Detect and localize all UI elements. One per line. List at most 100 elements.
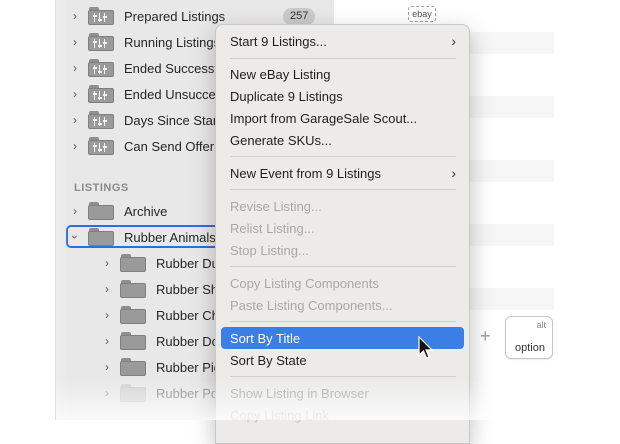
sidebar-subitem[interactable]: › Rubber Do <box>102 328 219 354</box>
menu-item-label: Relist Listing... <box>230 220 315 236</box>
menu-item-label: Copy Listing Link <box>230 407 329 423</box>
menu-item-stop-listing: Stop Listing... <box>221 239 464 261</box>
sidebar-item-label: Days Since Start <box>124 112 221 128</box>
menu-item-label: Stop Listing... <box>230 242 309 258</box>
menu-separator <box>230 376 456 377</box>
smart-folder-icon <box>88 7 114 25</box>
chevron-right-icon[interactable]: › <box>102 256 112 270</box>
sidebar-item-label: Rubber Po <box>156 385 219 401</box>
chevron-right-icon[interactable]: › <box>70 9 80 23</box>
chevron-right-icon[interactable]: › <box>70 113 80 127</box>
sidebar-item-rubber-animals[interactable]: › Rubber Animals <box>68 224 216 250</box>
option-key[interactable]: alt option <box>505 316 553 359</box>
sidebar-item-label: Rubber Du <box>156 255 219 271</box>
submenu-chevron-icon: › <box>451 33 456 49</box>
sidebar-item-label: Rubber Do <box>156 333 219 349</box>
sidebar-item-label: Rubber Animals <box>124 229 216 245</box>
menu-item-show-in-browser: Show Listing in Browser <box>221 382 464 404</box>
menu-item-start-listings[interactable]: Start 9 Listings... › <box>221 30 464 52</box>
menu-item-label: Sort By Title <box>230 330 301 346</box>
smart-folder-icon <box>88 137 114 155</box>
chevron-right-icon[interactable]: › <box>70 61 80 75</box>
context-menu: Start 9 Listings... › New eBay Listing D… <box>215 24 470 444</box>
smart-folder-icon <box>88 111 114 129</box>
menu-item-label: Show Listing in Browser <box>230 385 369 401</box>
smart-folder-icon <box>88 59 114 77</box>
menu-item-import-from-scout[interactable]: Import from GarageSale Scout... <box>221 107 464 129</box>
menu-item-label: Generate SKUs... <box>230 132 332 148</box>
folder-icon <box>120 384 146 402</box>
option-key-label: option <box>515 342 545 354</box>
menu-item-new-ebay-listing[interactable]: New eBay Listing <box>221 63 464 85</box>
chevron-right-icon[interactable]: › <box>102 308 112 322</box>
chevron-right-icon[interactable]: › <box>102 334 112 348</box>
sidebar-subitem[interactable]: › Rubber Pig <box>102 354 221 380</box>
sidebar-item-label: Archive <box>124 203 168 219</box>
menu-item-label: New Event from 9 Listings <box>230 165 382 181</box>
menu-item-relist-listing: Relist Listing... <box>221 217 464 239</box>
sidebar-item-label: Prepared Listings <box>124 8 226 24</box>
menu-item-paste-components: Paste Listing Components... <box>221 294 464 316</box>
mouse-pointer-icon <box>418 336 434 359</box>
sidebar-item-label: Can Send Offer <box>124 138 215 154</box>
option-key-alt-label: alt <box>536 320 546 330</box>
menu-separator <box>230 321 456 322</box>
menu-item-label: Start 9 Listings... <box>230 33 327 49</box>
folder-icon <box>120 358 146 376</box>
folder-icon <box>120 280 146 298</box>
menu-item-label: Paste Listing Components... <box>230 297 393 313</box>
count-badge: 257 <box>283 8 316 25</box>
submenu-chevron-icon: › <box>451 165 456 181</box>
folder-icon <box>120 254 146 272</box>
menu-item-copy-components: Copy Listing Components <box>221 272 464 294</box>
folder-icon <box>88 228 114 246</box>
menu-item-duplicate-listings[interactable]: Duplicate 9 Listings <box>221 85 464 107</box>
chevron-right-icon[interactable]: › <box>70 204 80 218</box>
sidebar-item-label: Ended Unsucce <box>124 86 216 102</box>
folder-icon <box>120 306 146 324</box>
chevron-right-icon[interactable]: › <box>102 386 112 400</box>
menu-item-label: Sort By State <box>230 352 307 368</box>
section-header-listings: LISTINGS <box>74 182 129 194</box>
smart-folder-icon <box>88 33 114 51</box>
chevron-right-icon[interactable]: › <box>102 282 112 296</box>
folder-icon <box>120 332 146 350</box>
add-modifier-icon[interactable]: + <box>480 326 491 347</box>
menu-separator <box>230 58 456 59</box>
smart-folder-icon <box>88 85 114 103</box>
chevron-right-icon[interactable]: › <box>70 87 80 101</box>
menu-item-label: Copy Listing Components <box>230 275 379 291</box>
menu-separator <box>230 266 456 267</box>
folder-icon <box>88 202 114 220</box>
menu-item-label: Duplicate 9 Listings <box>230 88 343 104</box>
sidebar-item-label: Running Listings <box>124 34 221 50</box>
sidebar-item-days-since-start[interactable]: › Days Since Start <box>70 107 221 133</box>
chevron-right-icon[interactable]: › <box>70 35 80 49</box>
sidebar-item-can-send-offer[interactable]: › Can Send Offer <box>70 133 214 159</box>
sidebar-item-running-listings[interactable]: › Running Listings <box>70 29 220 55</box>
sidebar-subitem[interactable]: › Rubber She <box>102 276 225 302</box>
sidebar-item-prepared-listings[interactable]: › Prepared Listings <box>70 3 225 29</box>
chevron-right-icon[interactable]: › <box>102 360 112 374</box>
sidebar-subitem[interactable]: › Rubber Du <box>102 250 219 276</box>
menu-item-new-event[interactable]: New Event from 9 Listings › <box>221 162 464 184</box>
sidebar-subitem[interactable]: › Rubber Ch <box>102 302 219 328</box>
menu-separator <box>230 189 456 190</box>
ebay-tag: ebay <box>408 6 436 22</box>
chevron-down-icon[interactable]: › <box>68 232 82 242</box>
sidebar-subitem[interactable]: › Rubber Po <box>102 380 218 406</box>
sidebar-item-label: Rubber Pig <box>156 359 222 375</box>
sidebar-item-ended-successfully[interactable]: › Ended Successf <box>70 55 218 81</box>
menu-item-copy-listing-link: Copy Listing Link <box>221 404 464 426</box>
menu-separator <box>230 156 456 157</box>
menu-item-generate-skus[interactable]: Generate SKUs... <box>221 129 464 151</box>
sidebar-item-label: Rubber Ch <box>156 307 219 323</box>
menu-item-label: Import from GarageSale Scout... <box>230 110 418 126</box>
menu-item-revise-listing: Revise Listing... <box>221 195 464 217</box>
sidebar-item-ended-unsuccessfully[interactable]: › Ended Unsucce <box>70 81 216 107</box>
sidebar-item-archive[interactable]: › Archive <box>70 198 167 224</box>
chevron-right-icon[interactable]: › <box>70 139 80 153</box>
menu-item-label: New eBay Listing <box>230 66 331 82</box>
sidebar-item-label: Ended Successf <box>124 60 218 76</box>
menu-item-label: Revise Listing... <box>230 198 322 214</box>
